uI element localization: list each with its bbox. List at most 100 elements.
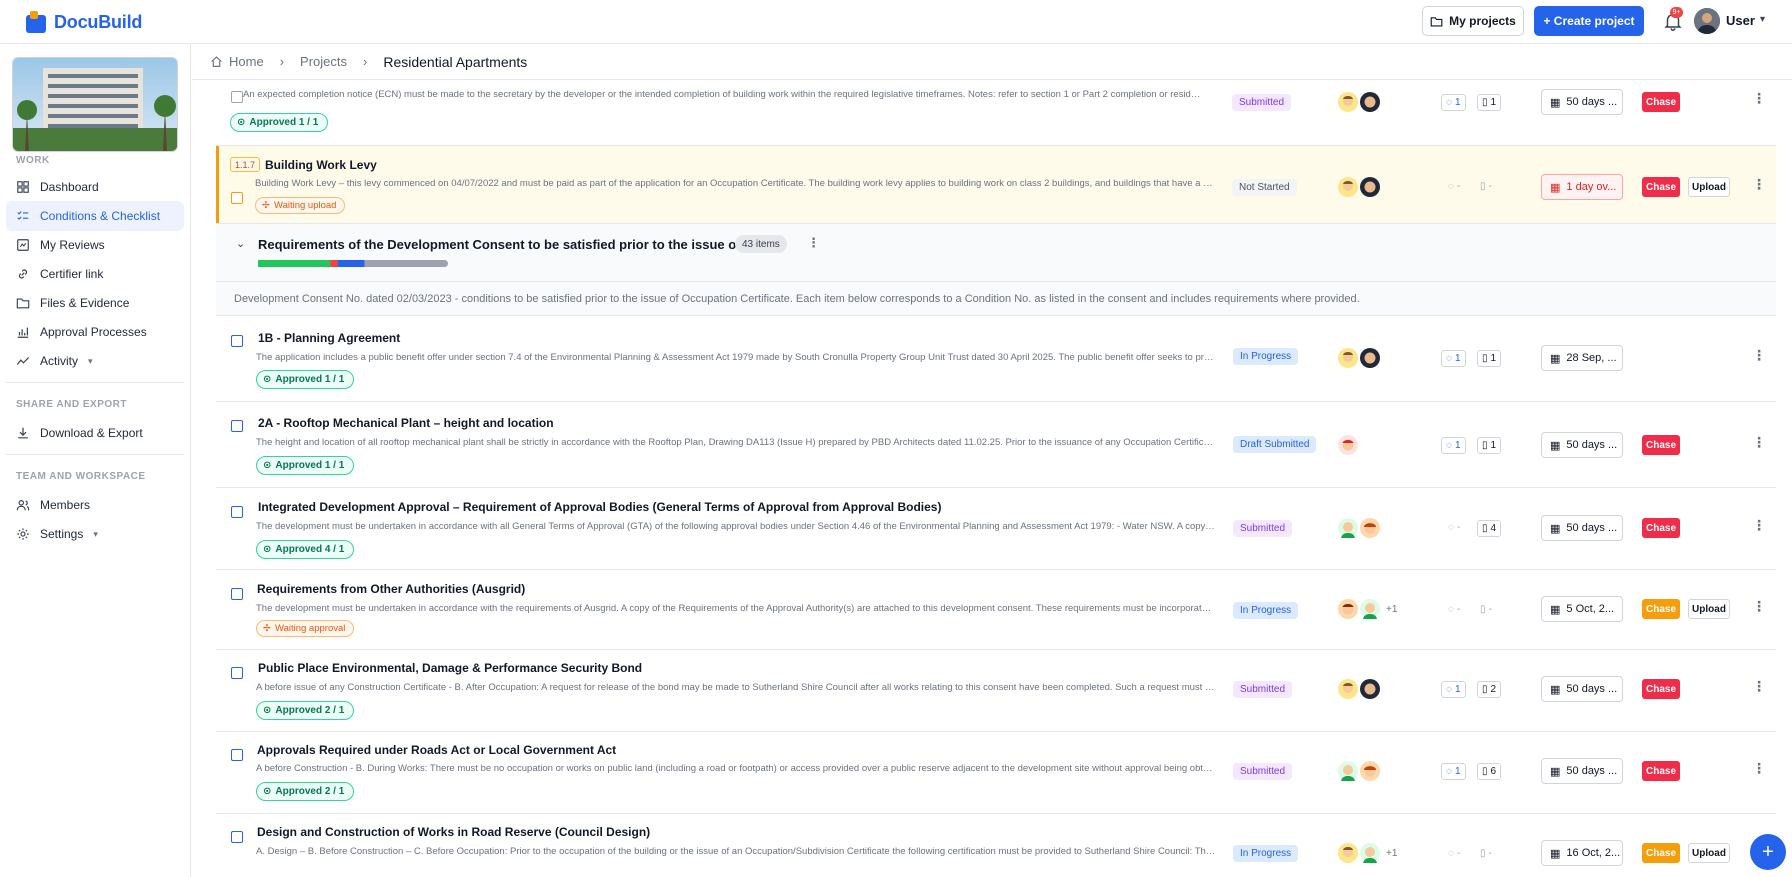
files-count[interactable]: ▯ 2 [1477, 681, 1502, 698]
nav-my-reviews[interactable]: My Reviews [6, 230, 184, 260]
assignee-avatar[interactable] [1360, 92, 1380, 112]
nav-conditions-checklist[interactable]: Conditions & Checklist [6, 201, 184, 231]
more-assignees[interactable]: +1 [1386, 848, 1397, 859]
row-checkbox[interactable] [231, 335, 243, 347]
assignee-avatar[interactable] [1338, 679, 1358, 699]
row-title[interactable]: Design and Construction of Works in Road… [257, 825, 650, 839]
assignee-avatar[interactable] [1338, 435, 1358, 455]
files-count[interactable]: ▯ 6 [1477, 763, 1502, 780]
chase-button[interactable]: Chase [1642, 518, 1680, 538]
assignee-avatar[interactable] [1338, 599, 1358, 619]
files-count[interactable]: ▯ 1 [1477, 437, 1502, 454]
create-project-button[interactable]: + Create project [1534, 6, 1644, 36]
due-date[interactable]: ▦ 50 days ... [1541, 676, 1623, 702]
row-checkbox[interactable] [231, 91, 243, 103]
assignee-avatar[interactable] [1360, 761, 1380, 781]
assignee-avatar[interactable] [1360, 177, 1380, 197]
home-icon[interactable] [210, 55, 223, 68]
chase-button[interactable]: Chase [1642, 177, 1680, 197]
row-checkbox[interactable] [231, 667, 243, 679]
upload-button[interactable]: Upload [1688, 599, 1730, 619]
more-options-icon[interactable]: ⋮ [1752, 90, 1766, 107]
assignee-avatar[interactable] [1360, 348, 1380, 368]
files-count[interactable]: ▯ - [1480, 604, 1492, 615]
row-title[interactable]: Building Work Levy [265, 158, 377, 172]
comments-count[interactable]: ◌ 1 [1441, 350, 1466, 367]
upload-button[interactable]: Upload [1688, 177, 1730, 197]
assignee-avatar[interactable] [1338, 761, 1358, 781]
assignee-avatar[interactable] [1360, 679, 1380, 699]
row-checkbox[interactable] [231, 831, 243, 843]
row-checkbox[interactable] [231, 749, 243, 761]
chase-button[interactable]: Chase [1642, 843, 1680, 863]
comments-count[interactable]: ◌ - [1448, 604, 1460, 615]
user-name[interactable]: User [1726, 13, 1755, 28]
nav-members[interactable]: Members [6, 490, 184, 520]
files-count[interactable]: ▯ - [1480, 181, 1492, 192]
table-row[interactable]: Integrated Development Approval – Requir… [216, 488, 1776, 570]
due-date[interactable]: ▦ 1 day ov... [1541, 174, 1623, 200]
add-fab-button[interactable]: + [1750, 834, 1786, 870]
due-date[interactable]: ▦ 5 Oct, 2... [1541, 596, 1623, 622]
table-row[interactable]: 1.1.7 Building Work Levy Building Work L… [216, 146, 1776, 224]
table-row[interactable]: Requirements from Other Authorities (Aus… [216, 570, 1776, 650]
table-row[interactable]: Approvals Required under Roads Act or Lo… [216, 732, 1776, 814]
group-title[interactable]: Requirements of the Development Consent … [258, 237, 764, 252]
files-count[interactable]: ▯ - [1480, 848, 1492, 859]
nav-approval-processes[interactable]: Approval Processes [6, 317, 184, 347]
due-date[interactable]: ▦ 50 days ... [1541, 515, 1623, 541]
nav-certifier-link[interactable]: Certifier link [6, 259, 184, 289]
assignee-avatar[interactable] [1338, 843, 1358, 863]
breadcrumb-projects[interactable]: Projects [300, 54, 347, 69]
more-options-icon[interactable]: ⋮ [1752, 517, 1766, 534]
assignee-avatar[interactable] [1338, 348, 1358, 368]
group-header[interactable]: ⌄ Requirements of the Development Consen… [216, 224, 1776, 282]
row-title[interactable]: Public Place Environmental, Damage & Per… [258, 661, 642, 675]
row-checkbox[interactable] [231, 420, 243, 432]
chase-button[interactable]: Chase [1642, 599, 1680, 619]
nav-settings[interactable]: Settings ▾ [6, 519, 184, 549]
assignee-avatar[interactable] [1360, 599, 1380, 619]
comments-count[interactable]: ◌ - [1448, 848, 1460, 859]
status-badge[interactable]: In Progress [1233, 602, 1299, 619]
files-count[interactable]: ▯ 1 [1477, 94, 1502, 111]
chase-button[interactable]: Chase [1642, 679, 1680, 699]
table-row[interactable]: 1B - Planning Agreement The application … [216, 316, 1776, 402]
chase-button[interactable]: Chase [1642, 435, 1680, 455]
status-badge[interactable]: Submitted [1232, 94, 1292, 111]
row-title[interactable]: Requirements from Other Authorities (Aus… [257, 582, 525, 596]
nav-files-evidence[interactable]: Files & Evidence [6, 288, 184, 318]
breadcrumb-home[interactable]: Home [229, 54, 264, 69]
comments-count[interactable]: ◌ 1 [1441, 437, 1466, 454]
comments-count[interactable]: ◌ - [1448, 522, 1460, 533]
more-options-icon[interactable]: ⋮ [1752, 176, 1766, 193]
more-options-icon[interactable]: ⋮ [1752, 678, 1766, 695]
more-options-icon[interactable]: ⋮ [1752, 598, 1766, 615]
comments-count[interactable]: ◌ 1 [1441, 681, 1466, 698]
nav-dashboard[interactable]: Dashboard [6, 172, 184, 202]
files-count[interactable]: ▯ 1 [1477, 350, 1502, 367]
comments-count[interactable]: ◌ - [1448, 181, 1460, 192]
row-title[interactable]: Approvals Required under Roads Act or Lo… [257, 743, 616, 757]
status-badge[interactable]: Submitted [1233, 681, 1293, 698]
app-logo[interactable]: DocuBuild [26, 10, 142, 34]
assignee-avatar[interactable] [1360, 518, 1380, 538]
assignee-avatar[interactable] [1360, 843, 1380, 863]
nav-activity[interactable]: Activity ▾ [6, 346, 184, 376]
due-date[interactable]: ▦ 50 days ... [1541, 89, 1623, 115]
table-row[interactable]: Design and Construction of Works in Road… [216, 814, 1776, 877]
chevron-down-icon[interactable]: ⌄ [236, 237, 245, 250]
due-date[interactable]: ▦ 50 days ... [1541, 758, 1623, 784]
status-badge[interactable]: Draft Submitted [1233, 436, 1317, 453]
table-row[interactable]: An expected completion notice (ECN) must… [216, 80, 1776, 146]
due-date[interactable]: ▦ 50 days ... [1541, 432, 1623, 458]
status-badge[interactable]: In Progress [1233, 348, 1299, 365]
table-row[interactable]: 2A - Rooftop Mechanical Plant – height a… [216, 402, 1776, 488]
status-badge[interactable]: Submitted [1233, 763, 1293, 780]
more-options-icon[interactable]: ⋮ [807, 235, 820, 251]
upload-button[interactable]: Upload [1688, 843, 1730, 863]
more-options-icon[interactable]: ⋮ [1752, 347, 1766, 364]
row-title[interactable]: 1B - Planning Agreement [258, 331, 400, 345]
project-thumbnail[interactable] [12, 57, 178, 152]
assignee-avatar[interactable] [1338, 92, 1358, 112]
